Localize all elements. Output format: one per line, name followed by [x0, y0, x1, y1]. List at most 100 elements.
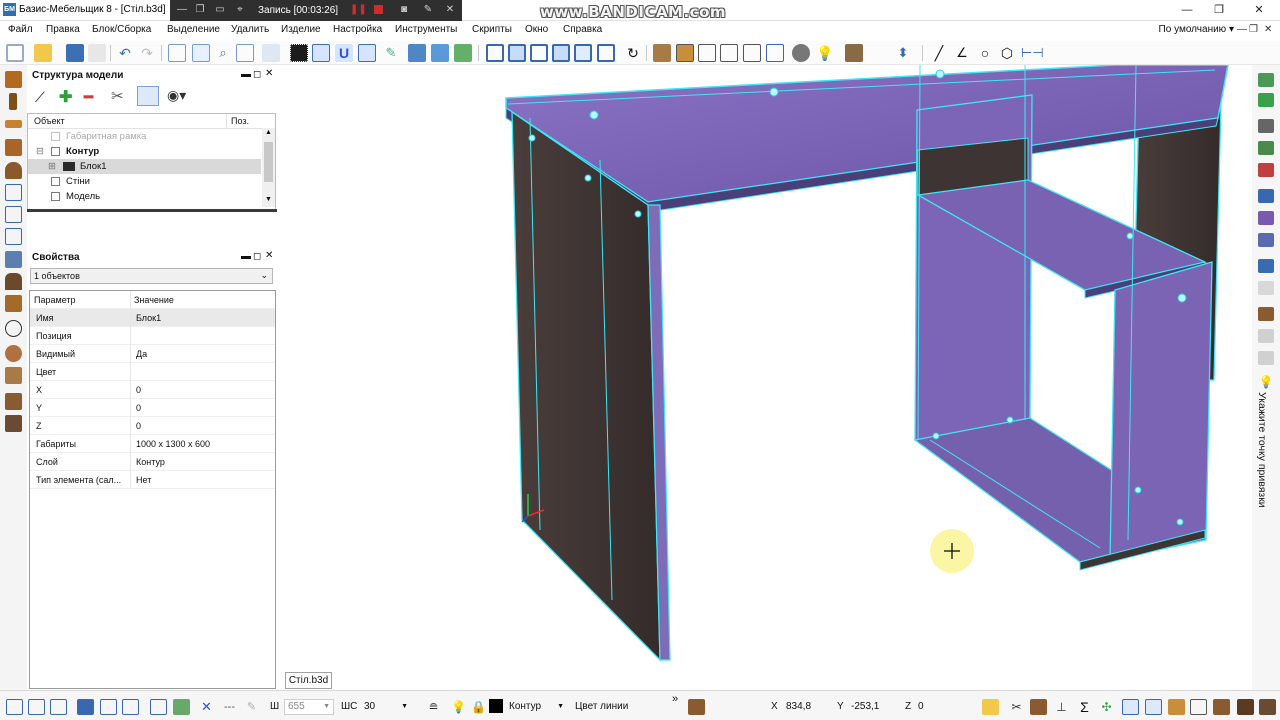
undo-icon[interactable]: ↶: [116, 44, 134, 62]
visibility-checkbox[interactable]: [51, 147, 60, 156]
new-file-icon[interactable]: [6, 44, 24, 62]
property-value[interactable]: Да: [136, 345, 147, 363]
target-icon[interactable]: ⌖: [234, 4, 246, 16]
render-edges-icon[interactable]: [743, 44, 761, 62]
stack-remove-icon[interactable]: [1258, 163, 1274, 177]
close-recorder-icon[interactable]: ✕: [444, 4, 456, 16]
front-panel-icon[interactable]: [5, 139, 22, 156]
pen-icon[interactable]: ✎: [422, 4, 434, 16]
pause-icon[interactable]: ❚❚: [350, 4, 367, 16]
eye-icon[interactable]: ◉▾: [167, 87, 186, 104]
menu-file[interactable]: Файл: [8, 24, 33, 35]
tree-row-walls[interactable]: Стіни: [28, 174, 261, 189]
visibility-checkbox[interactable]: [51, 177, 60, 186]
grid-panel-icon[interactable]: [5, 184, 22, 201]
box-dark-icon[interactable]: [1237, 699, 1254, 715]
settings-box-icon[interactable]: [1190, 699, 1207, 715]
snap-cursor-icon[interactable]: [150, 699, 167, 715]
y-coordinate[interactable]: -253,1: [847, 699, 897, 715]
tree-row-block1[interactable]: ⊞ Блок1: [28, 159, 261, 174]
camera-icon[interactable]: ◙: [398, 4, 410, 16]
tree-row-frame[interactable]: Габаритная рамка: [28, 129, 261, 144]
panel-float-icon[interactable]: ◻: [253, 69, 261, 80]
panel-close-icon[interactable]: ✕: [265, 68, 273, 79]
pyramid-icon[interactable]: [5, 367, 22, 384]
tree-row-model[interactable]: Модель: [28, 189, 261, 204]
material-box-icon[interactable]: [845, 44, 863, 62]
visibility-checkbox[interactable]: [51, 192, 60, 201]
property-value[interactable]: Контур: [136, 453, 165, 471]
light-bulb-icon[interactable]: 💡: [816, 44, 834, 62]
menu-edit[interactable]: Правка: [46, 24, 80, 35]
panel-create-icon[interactable]: [5, 71, 22, 88]
draw-line-icon[interactable]: ⟋: [35, 89, 45, 106]
property-row[interactable]: Цвет: [30, 363, 275, 381]
rotate-view-icon[interactable]: ↻: [624, 44, 642, 62]
menu-tools[interactable]: Инструменты: [395, 24, 457, 35]
property-row[interactable]: Y0: [30, 399, 275, 417]
circle-tool-icon[interactable]: ○: [976, 44, 994, 62]
furniture-disabled-icon[interactable]: [1258, 329, 1274, 343]
layers-icon[interactable]: ≘: [425, 699, 442, 715]
cube-right-icon[interactable]: [552, 44, 570, 62]
property-row[interactable]: Габариты 1000 x 1300 x 600: [30, 435, 275, 453]
property-value[interactable]: 0: [136, 381, 141, 399]
sphere-icon[interactable]: [5, 345, 22, 362]
preset-dropdown[interactable]: По умолчанию ▾: [1159, 24, 1234, 35]
snap-grid-icon[interactable]: [100, 699, 117, 715]
edge-icon[interactable]: [5, 295, 22, 312]
expand-icon[interactable]: ⊞: [48, 159, 56, 174]
view-rotate-icon[interactable]: [431, 44, 449, 62]
property-row[interactable]: Тип элемента (сал... Нет: [30, 471, 275, 489]
property-value[interactable]: Блок1: [136, 309, 161, 327]
panel-minimize-icon[interactable]: ▬: [241, 251, 251, 262]
select-all-icon[interactable]: [168, 44, 186, 62]
mdi-minimize-icon[interactable]: —: [1237, 24, 1247, 35]
3d-viewport[interactable]: [283, 65, 1250, 669]
box-icon[interactable]: [5, 393, 22, 410]
grid-snap-icon[interactable]: [290, 44, 308, 62]
property-row[interactable]: X0: [30, 381, 275, 399]
panel-minimize-icon[interactable]: ▬: [241, 69, 251, 80]
stack-add-icon[interactable]: [1258, 141, 1274, 155]
snap-node-icon[interactable]: [312, 44, 330, 62]
tools-icon[interactable]: ✂: [111, 87, 124, 105]
measure-icon[interactable]: ✎: [382, 44, 400, 62]
layer-add-icon[interactable]: [1258, 73, 1274, 87]
remove-icon[interactable]: ━: [84, 88, 93, 106]
property-value[interactable]: Нет: [136, 471, 151, 489]
close-button[interactable]: ✕: [1244, 2, 1274, 18]
magnet-icon[interactable]: U: [335, 44, 353, 62]
snap-toggle-1-icon[interactable]: [1122, 699, 1139, 715]
search-icon[interactable]: ⌕: [214, 44, 232, 62]
dimension-tool-icon[interactable]: ⊢⊣: [1021, 44, 1044, 62]
menu-settings[interactable]: Настройка: [333, 24, 382, 35]
stop-icon[interactable]: [372, 4, 384, 16]
restore-icon[interactable]: ❐: [194, 4, 206, 16]
align-icon[interactable]: ⊥: [1053, 699, 1070, 715]
layer-green-icon[interactable]: [1258, 93, 1274, 107]
curved-panel-icon[interactable]: [5, 162, 22, 179]
property-row[interactable]: Слой Контур: [30, 453, 275, 471]
cube-top-icon[interactable]: [508, 44, 526, 62]
menu-help[interactable]: Справка: [563, 24, 602, 35]
menu-selection[interactable]: Выделение: [167, 24, 220, 35]
tree-row-contour[interactable]: ⊟ Контур: [28, 144, 261, 159]
tree-scrollbar[interactable]: ▲ ▼: [262, 128, 275, 207]
layer-bulb-icon[interactable]: 💡: [450, 699, 467, 715]
x-coordinate[interactable]: 834,8: [782, 699, 832, 715]
menu-scripts[interactable]: Скрипты: [472, 24, 512, 35]
minimize-button[interactable]: —: [1172, 2, 1202, 18]
snap-point-icon[interactable]: [173, 699, 190, 715]
snap-tool-3-icon[interactable]: [50, 699, 67, 715]
open-folder-icon[interactable]: [34, 44, 52, 62]
mdi-restore-icon[interactable]: ❐: [1249, 24, 1258, 35]
furniture-small-icon[interactable]: [688, 699, 705, 715]
snap-cross-icon[interactable]: ✕: [198, 699, 215, 715]
snap-grid-2-icon[interactable]: [122, 699, 139, 715]
menu-product[interactable]: Изделие: [281, 24, 321, 35]
snap-line-icon[interactable]: [358, 44, 376, 62]
folder-icon[interactable]: [982, 699, 999, 715]
furniture-disabled-2-icon[interactable]: [1258, 351, 1274, 365]
cabinet-icon[interactable]: [1030, 699, 1047, 715]
